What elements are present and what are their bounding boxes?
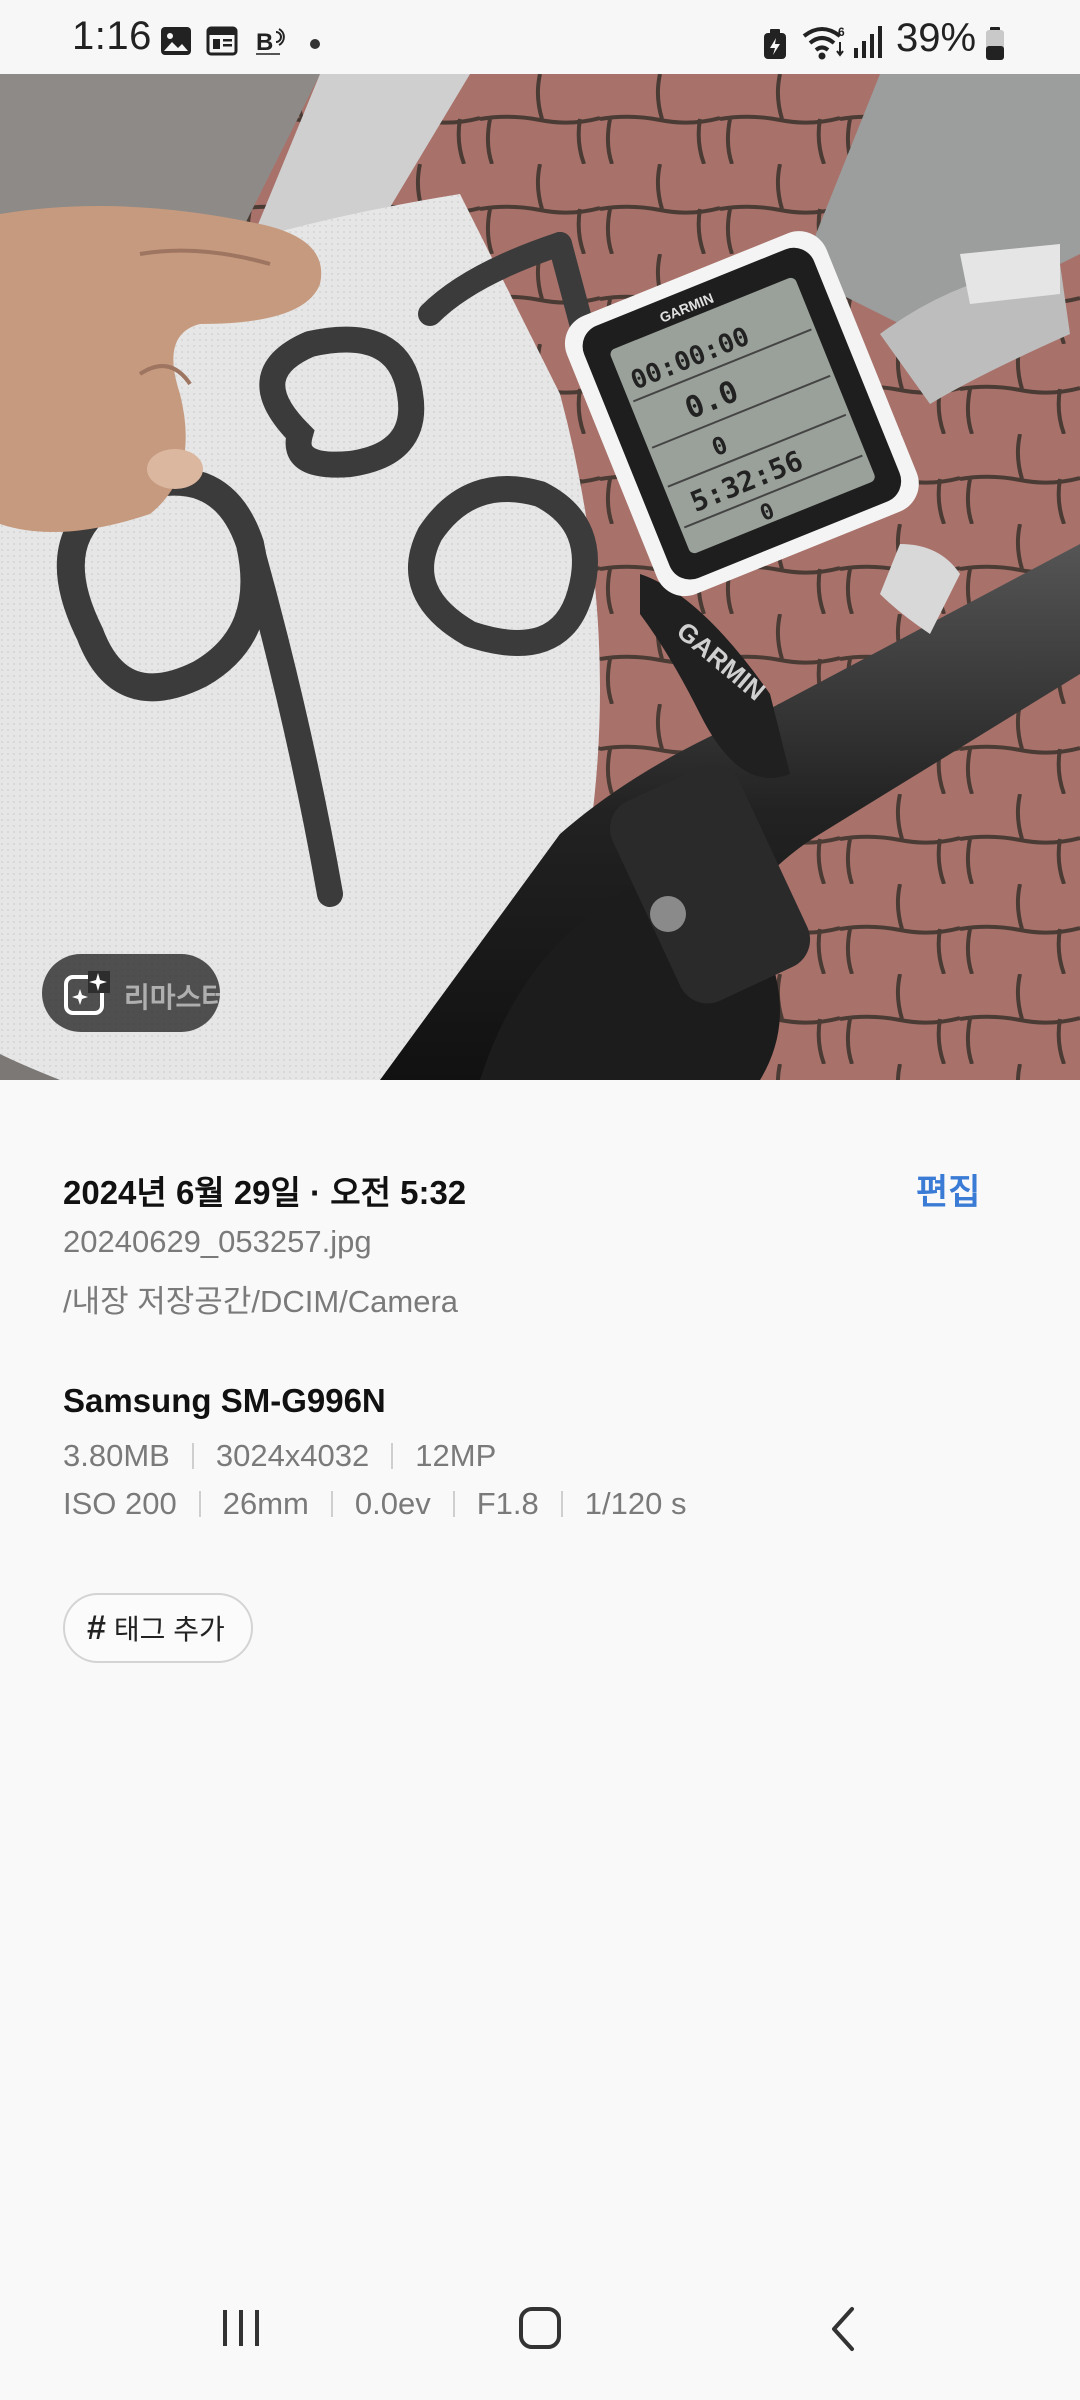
details-panel: 2024년 6월 29일 · 오전 5:32 편집 20240629_05325… — [0, 1080, 1080, 2270]
photo-viewer[interactable]: GARMIN GARMIN 00:00:00 0.0 0 5:32:56 0 리… — [0, 74, 1080, 1080]
shutter-speed: 1/120 s — [584, 1486, 687, 1521]
iso: ISO 200 — [63, 1486, 177, 1521]
exposure-value: 0.0ev — [354, 1486, 431, 1521]
divider — [191, 1443, 194, 1469]
date-time: 2024년 6월 29일 · 오전 5:32 — [63, 1174, 467, 1211]
divider — [198, 1491, 201, 1517]
home-icon[interactable] — [518, 2306, 562, 2350]
signal-icon — [854, 26, 882, 58]
file-path: /내장 저장공간/DCIM/Camera — [63, 1284, 459, 1319]
remaster-label: 리마스터 — [124, 982, 220, 1013]
divider — [452, 1491, 455, 1517]
status-bar: 1:16 B 6 39% — [0, 0, 1080, 74]
notification-dot — [310, 39, 320, 49]
divider — [330, 1491, 333, 1517]
resolution: 3024x4032 — [215, 1438, 370, 1473]
focal-length: 26mm — [222, 1486, 309, 1521]
device-name: Samsung SM-G996N — [63, 1382, 386, 1419]
recents-icon[interactable] — [220, 2306, 262, 2350]
back-icon[interactable] — [828, 2306, 858, 2352]
battery-percent: 39% — [896, 16, 977, 60]
status-time: 1:16 — [72, 14, 152, 58]
file-meta-row: 3.80MB 3024x4032 12MP — [63, 1438, 496, 1474]
add-tag-button[interactable]: # 태그 추가 — [63, 1593, 253, 1663]
wifi-icon: 6 — [802, 25, 845, 60]
remaster-button[interactable]: 리마스터 — [42, 954, 220, 1032]
calendar-icon — [206, 26, 238, 56]
gallery-icon — [161, 27, 191, 55]
divider — [391, 1443, 394, 1469]
file-size: 3.80MB — [63, 1438, 170, 1473]
navigation-bar — [0, 2270, 1080, 2400]
divider — [560, 1491, 563, 1517]
b-app-icon: B — [256, 28, 285, 56]
network-label: 6 — [838, 25, 845, 39]
add-tag-label: 태그 추가 — [113, 1614, 225, 1645]
camera-meta-row: ISO 200 26mm 0.0ev F1.8 1/120 s — [63, 1486, 686, 1522]
remaster-icon — [64, 971, 110, 1015]
aperture: F1.8 — [476, 1486, 539, 1521]
battery-icon — [986, 27, 1004, 60]
edit-button[interactable]: 편집 — [916, 1164, 980, 1215]
file-name: 20240629_053257.jpg — [63, 1224, 372, 1259]
megapixels: 12MP — [415, 1438, 497, 1473]
battery-saver-icon — [764, 29, 786, 59]
hash-icon: # — [87, 1608, 106, 1647]
svg-text:B: B — [256, 29, 273, 56]
photo-image[interactable]: GARMIN GARMIN 00:00:00 0.0 0 5:32:56 0 — [0, 74, 1080, 1080]
